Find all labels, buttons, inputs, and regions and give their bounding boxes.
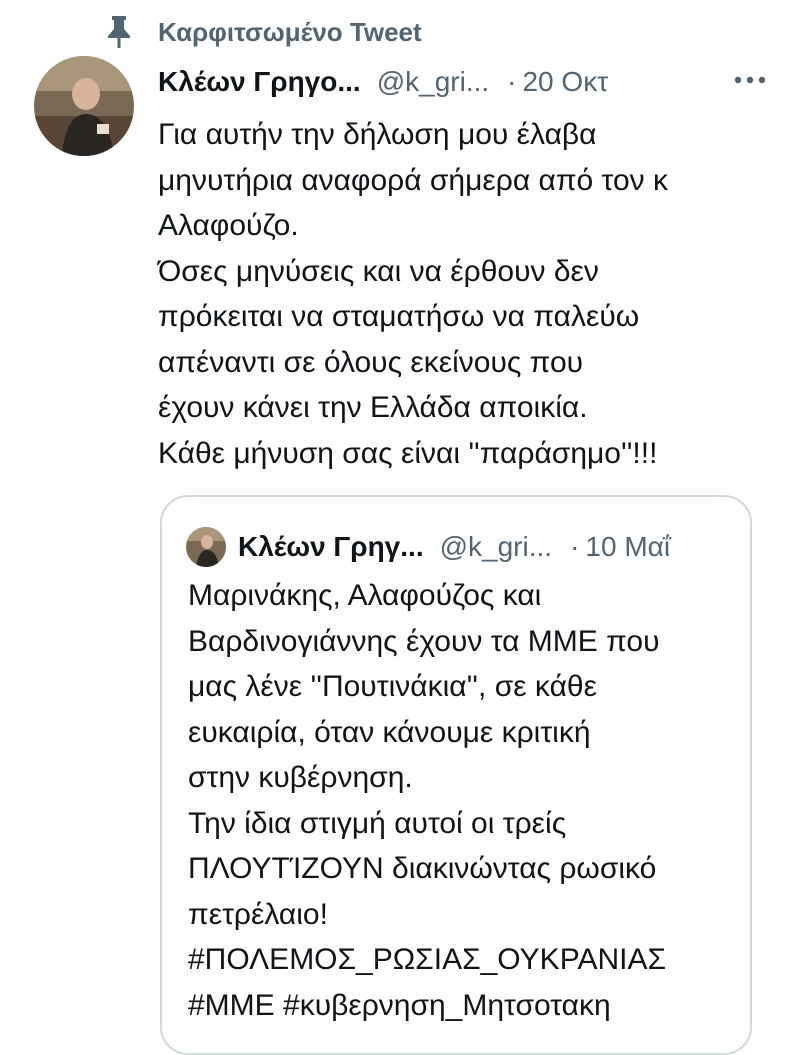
quoted-tweet-date: 10 Μαΐ: [585, 531, 671, 562]
quoted-author-handle: @k_gri...: [439, 531, 553, 562]
author-handle[interactable]: @k_gri...: [377, 66, 489, 98]
hashtag-line[interactable]: #ΠΟΛΕΜΟΣ_ΡΩΣΙΑΣ_ΟΥΚΡΑΝΙΑΣ: [188, 937, 748, 983]
tweet-text-line: Για αυτήν την δήλωση μου έλαβα: [158, 118, 597, 151]
quoted-tweet-card[interactable]: Κλέων Γρηγ... @k_gri... · 10 Μαΐ Μαρινάκ…: [160, 495, 752, 1055]
tweet-text-line: έχουν κάνει την Ελλάδα αποικία.: [158, 391, 588, 424]
quoted-text-line: ΠΛΟΥΤΊΖΟΥΝ διακινώντας ρωσικό: [188, 852, 657, 885]
tweet-text-line: Αλαφούζο.: [158, 209, 299, 242]
quoted-text-line: Μαρινάκης, Αλαφούζος και: [188, 579, 542, 612]
header-separator: ·: [507, 66, 517, 97]
author-name[interactable]: Κλέων Γρηγο...: [158, 66, 361, 98]
pinned-label: Καρφιτσωμένο Tweet: [158, 16, 422, 47]
quoted-text-line: πετρέλαιο!: [188, 897, 328, 931]
tweet-text-line: μηνυτήρια αναφορά σήμερα από τον κ: [158, 163, 668, 197]
pin-icon: [108, 16, 130, 48]
tweet-date[interactable]: 20 Οκτ: [522, 66, 608, 98]
avatar-image: [34, 56, 134, 156]
quoted-author-name: Κλέων Γρηγ...: [238, 531, 424, 562]
avatar[interactable]: [34, 56, 134, 156]
tweet-text-line: πρόκειται να σταματήσω να παλεύω: [158, 300, 640, 333]
tweet-text-line: Κάθε μήνυση σας είναι ''παράσημο''!!!: [158, 436, 658, 470]
tweet-text-line: απέναντι σε όλους εκείνους που: [158, 345, 584, 379]
tweet-text: Για αυτήν την δήλωση μου έλαβα μηνυτήρια…: [158, 112, 758, 476]
tweet-header: Κλέων Γρηγο... @k_gri... · 20 Οκτ: [158, 60, 770, 104]
tweet-text-line: Όσες μηνύσεις και να έρθουν δεν: [158, 254, 599, 288]
quoted-avatar-image: [186, 527, 226, 567]
quoted-tweet-text: Μαρινάκης, Αλαφούζος και Βαρδινογιάννης …: [188, 573, 748, 1028]
quoted-tweet-header: Κλέων Γρηγ... @k_gri... · 10 Μαΐ: [238, 525, 738, 569]
pinned-indicator: Καρφιτσωμένο Tweet: [104, 14, 422, 50]
quoted-text-line: μας λένε ''Πουτινάκια'', σε κάθε: [188, 670, 597, 703]
quoted-text-line: Την ίδια στιγμή αυτοί οι τρείς: [188, 806, 567, 840]
hashtag-line[interactable]: #ΜΜΕ #κυβερνηση_Μητσοτακη: [188, 983, 748, 1029]
quoted-avatar: [186, 527, 226, 567]
quoted-text-line: Βαρδινογιάννης έχουν τα ΜΜΕ που: [188, 624, 660, 658]
quoted-header-separator: ·: [570, 531, 580, 562]
quoted-text-line: στην κυβέρνηση.: [188, 761, 413, 794]
more-icon[interactable]: [732, 72, 768, 88]
quoted-text-line: ευκαιρία, όταν κάνουμε κριτική: [188, 715, 591, 749]
